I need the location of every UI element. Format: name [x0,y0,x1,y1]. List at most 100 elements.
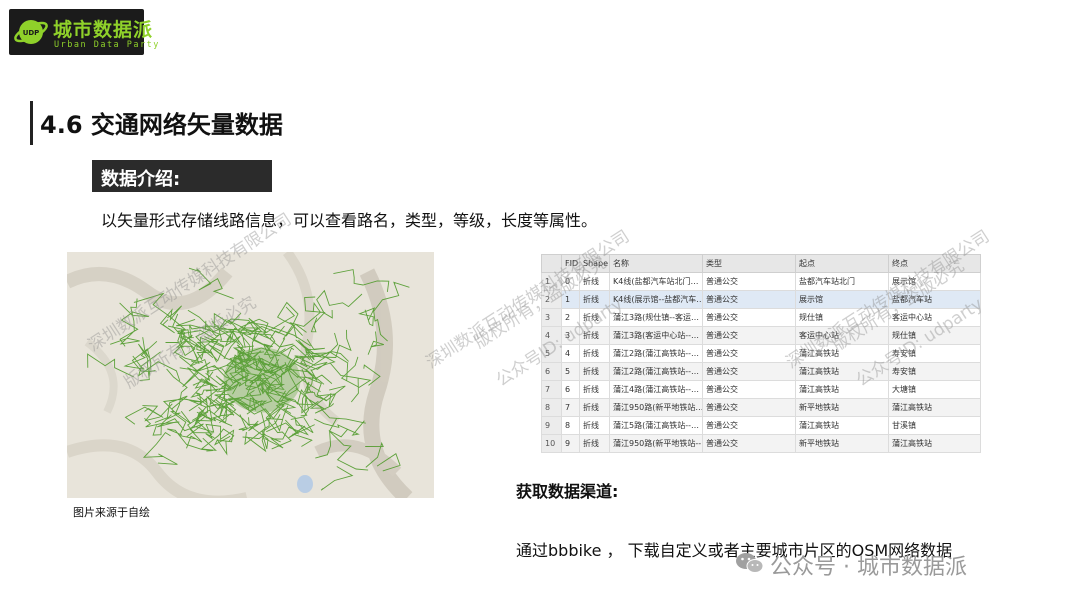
table-cell: 客运中心站 [795,326,889,345]
table-cell: 蒲江高铁站 [795,344,889,363]
table-cell: 大塘镇 [888,380,981,399]
table-cell: 0 [561,272,580,291]
table-cell: 6 [541,362,562,381]
table-cell: 普通公交 [702,434,796,453]
table-cell: 2 [541,290,562,309]
table-cell: 蒲江高铁站 [795,380,889,399]
table-cell: 折线 [579,434,610,453]
table-row[interactable]: 8 7 折线 蒲江950路(新平地铁站… 普通公交 新平地铁站 蒲江高铁站 [541,398,981,417]
table-cell: 普通公交 [702,416,796,435]
table-cell: 蒲江5路(蒲江高铁站--… [609,416,703,435]
logo-title: 城市数据派 [53,19,154,41]
table-header-cell[interactable]: 名称 [609,254,703,273]
table-cell: 普通公交 [702,272,796,291]
table-header-cell[interactable]: Shape [579,254,610,273]
table-cell: 规仕镇 [888,326,981,345]
footer-account-name: 公众号 · 城市数据派 [770,555,967,580]
slide-title: 4.6 交通网络矢量数据 [40,111,283,139]
table-cell: 甘溪镇 [888,416,981,435]
planet-ring-icon: UDP [14,20,48,44]
table-row[interactable]: 5 4 折线 蒲江2路(蒲江高铁站--… 普通公交 蒲江高铁站 寿安镇 [541,344,981,363]
table-cell: 7 [561,398,580,417]
table-cell: 蒲江950路(新平地铁站--… [609,434,703,453]
table-cell: 3 [561,326,580,345]
table-cell: 8 [541,398,562,417]
table-header-cell[interactable] [541,254,562,273]
table-body: 1 0 折线 K4线(盐都汽车站北门… 普通公交 盐都汽车站北门 展示馆 2 1 折线 K4线(展示… [541,272,981,453]
table-cell: 8 [561,416,580,435]
table-cell: 5 [561,362,580,381]
table-cell: 2 [561,308,580,327]
table-header-cell[interactable]: 类型 [702,254,796,273]
svg-text:UDP: UDP [23,29,40,37]
brand-logo: UDP 城市数据派 Urban Data Party [9,9,158,55]
table-row[interactable]: 3 2 折线 蒲江3路(规仕镇--客运… 普通公交 规仕镇 客运中心站 [541,308,981,327]
table-cell: 10 [541,434,562,453]
table-cell: 1 [541,272,562,291]
table-cell: 折线 [579,416,610,435]
table-cell: 蒲江950路(新平地铁站… [609,398,703,417]
table-row[interactable]: 2 1 折线 K4线(展示馆--盐都汽车… 普通公交 展示馆 盐都汽车站 [541,290,981,309]
table-cell: 蒲江2路(蒲江高铁站--… [609,362,703,381]
table-cell: 6 [561,380,580,399]
table-header-cell[interactable]: FID [561,254,580,273]
table-cell: 蒲江高铁站 [795,362,889,381]
table-cell: 普通公交 [702,344,796,363]
table-cell: K4线(盐都汽车站北门… [609,272,703,291]
table-cell: 蒲江高铁站 [795,416,889,435]
table-cell: 5 [541,344,562,363]
wechat-icon [736,553,764,573]
table-cell: 4 [541,326,562,345]
image-caption: 图片来源于自绘 [73,506,150,519]
table-cell: 折线 [579,272,610,291]
table-cell: 蒲江高铁站 [888,398,981,417]
table-cell: 蒲江2路(蒲江高铁站--… [609,344,703,363]
table-row[interactable]: 6 5 折线 蒲江2路(蒲江高铁站--… 普通公交 蒲江高铁站 寿安镇 [541,362,981,381]
table-row[interactable]: 10 9 折线 蒲江950路(新平地铁站--… 普通公交 新平地铁站 蒲江高铁站 [541,434,981,453]
table-cell: 普通公交 [702,380,796,399]
table-cell: 蒲江4路(蒲江高铁站--… [609,380,703,399]
table-cell: 折线 [579,308,610,327]
table-cell: 新平地铁站 [795,398,889,417]
table-header-cell[interactable]: 终点 [888,254,981,273]
table-row[interactable]: 7 6 折线 蒲江4路(蒲江高铁站--… 普通公交 蒲江高铁站 大塘镇 [541,380,981,399]
table-cell: 盐都汽车站北门 [795,272,889,291]
table-cell: 盐都汽车站 [888,290,981,309]
table-cell: 7 [541,380,562,399]
table-cell: 9 [561,434,580,453]
table-cell: 3 [541,308,562,327]
table-cell: 4 [561,344,580,363]
table-cell: 蒲江高铁站 [888,434,981,453]
title-accent-bar [30,101,33,145]
table-cell: 折线 [579,398,610,417]
table-row[interactable]: 1 0 折线 K4线(盐都汽车站北门… 普通公交 盐都汽车站北门 展示馆 [541,272,981,291]
intro-label: 数据介绍: [101,169,181,190]
table-cell: 寿安镇 [888,344,981,363]
table-cell: 普通公交 [702,308,796,327]
table-cell: 1 [561,290,580,309]
table-cell: 普通公交 [702,326,796,345]
lake-shape [297,475,313,493]
table-cell: 普通公交 [702,362,796,381]
table-cell: 展示馆 [888,272,981,291]
attribute-table: FID Shape 名称 类型 起点 终点 1 0 折线 K4线(盐都汽车站北门… 普通公交 盐都汽… [541,254,981,453]
table-header-cell[interactable]: 起点 [795,254,889,273]
get-data-title: 获取数据渠道: [516,482,619,501]
description-text: 以矢量形式存储线路信息，可以查看路名，类型，等级，长度等属性。 [101,211,598,230]
table-cell: 折线 [579,362,610,381]
table-cell: 蒲江3路(客运中心站--… [609,326,703,345]
table-cell: 寿安镇 [888,362,981,381]
table-cell: 折线 [579,290,610,309]
table-row[interactable]: 4 3 折线 蒲江3路(客运中心站--… 普通公交 客运中心站 规仕镇 [541,326,981,345]
table-cell: 普通公交 [702,398,796,417]
intro-label-box: 数据介绍: [92,160,272,192]
table-cell: K4线(展示馆--盐都汽车… [609,290,703,309]
route-network-map [67,252,434,498]
table-row[interactable]: 9 8 折线 蒲江5路(蒲江高铁站--… 普通公交 蒲江高铁站 甘溪镇 [541,416,981,435]
table-cell: 折线 [579,344,610,363]
table-cell: 展示馆 [795,290,889,309]
table-cell: 折线 [579,380,610,399]
logo-subtitle: Urban Data Party [54,40,160,50]
table-cell: 规仕镇 [795,308,889,327]
table-header-row: FID Shape 名称 类型 起点 终点 [541,254,981,273]
